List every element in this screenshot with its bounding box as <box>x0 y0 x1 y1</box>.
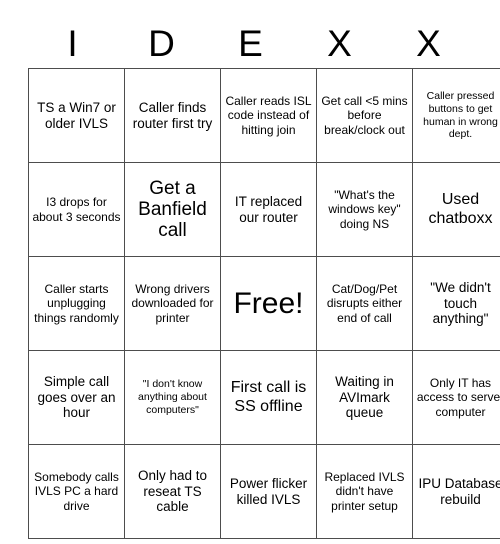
bingo-square-text: Power flicker killed IVLS <box>229 475 308 507</box>
bingo-square-free[interactable]: Free! <box>220 256 317 351</box>
bingo-square-text: Wrong drivers downloaded for printer <box>131 282 214 325</box>
header-letter-1: D <box>148 22 175 64</box>
bingo-header: I D E X X <box>28 18 473 68</box>
bingo-square[interactable]: Used chatboxx <box>412 162 500 257</box>
bingo-square[interactable]: "What's the windows key" doing NS <box>316 162 413 257</box>
bingo-row: I3 drops for about 3 seconds Get a Banfi… <box>28 162 500 257</box>
bingo-row: Simple call goes over an hour "I don't k… <box>28 350 500 445</box>
bingo-square[interactable]: "I don't know anything about computers" <box>124 350 221 445</box>
bingo-square-text: "I don't know anything about computers" <box>138 378 207 416</box>
header-letter-2: E <box>238 22 263 64</box>
bingo-square[interactable]: I3 drops for about 3 seconds <box>28 162 125 257</box>
bingo-square[interactable]: "We didn't touch anything" <box>412 256 500 351</box>
bingo-square[interactable]: TS a Win7 or older IVLS <box>28 68 125 163</box>
bingo-square[interactable]: Caller starts unplugging things randomly <box>28 256 125 351</box>
bingo-square-text: Caller pressed buttons to get human in w… <box>423 89 498 141</box>
bingo-square[interactable]: Power flicker killed IVLS <box>220 444 317 539</box>
bingo-square-text: Caller finds router first try <box>132 99 213 131</box>
bingo-square-free-text: Free! <box>233 286 304 320</box>
bingo-square-text: TS a Win7 or older IVLS <box>37 99 116 131</box>
bingo-square-text: IT replaced our router <box>234 193 303 225</box>
bingo-square[interactable]: Only IT has access to server computer <box>412 350 500 445</box>
bingo-square-text: First call is SS offline <box>230 379 307 415</box>
bingo-square[interactable]: Cat/Dog/Pet disrupts either end of call <box>316 256 413 351</box>
bingo-square[interactable]: IT replaced our router <box>220 162 317 257</box>
bingo-square[interactable]: Only had to reseat TS cable <box>124 444 221 539</box>
bingo-square[interactable]: Waiting in AVImark queue <box>316 350 413 445</box>
bingo-square-text: Only IT has access to server computer <box>416 376 500 419</box>
bingo-square-text: "What's the windows key" doing NS <box>328 188 401 231</box>
bingo-square-text: Caller starts unplugging things randomly <box>34 282 119 325</box>
bingo-square[interactable]: Wrong drivers downloaded for printer <box>124 256 221 351</box>
bingo-square-text: Only had to reseat TS cable <box>137 468 208 515</box>
bingo-square-text: Get a Banfield call <box>138 177 207 242</box>
bingo-square-text: Used chatboxx <box>428 191 493 227</box>
bingo-square[interactable]: First call is SS offline <box>220 350 317 445</box>
bingo-row: Somebody calls IVLS PC a hard drive Only… <box>28 444 500 539</box>
bingo-square-text: I3 drops for about 3 seconds <box>32 195 121 224</box>
bingo-square-text: Replaced IVLS didn't have printer setup <box>324 470 405 513</box>
bingo-card: I D E X X TS a Win7 or older IVLS Caller… <box>28 18 500 539</box>
bingo-grid: TS a Win7 or older IVLS Caller finds rou… <box>28 68 500 539</box>
bingo-square[interactable]: Get call <5 mins before break/clock out <box>316 68 413 163</box>
bingo-row: Caller starts unplugging things randomly… <box>28 256 500 351</box>
bingo-square[interactable]: Caller pressed buttons to get human in w… <box>412 68 500 163</box>
bingo-square[interactable]: Somebody calls IVLS PC a hard drive <box>28 444 125 539</box>
header-letter-4: X <box>416 22 441 64</box>
bingo-square-text: "We didn't touch anything" <box>430 280 491 327</box>
bingo-square[interactable]: IPU Database rebuild <box>412 444 500 539</box>
bingo-square-text: Get call <5 mins before break/clock out <box>321 94 408 137</box>
bingo-square-text: Somebody calls IVLS PC a hard drive <box>34 470 119 513</box>
bingo-square[interactable]: Simple call goes over an hour <box>28 350 125 445</box>
bingo-square[interactable]: Caller finds router first try <box>124 68 221 163</box>
bingo-square-text: IPU Database rebuild <box>418 475 500 507</box>
header-letter-3: X <box>327 22 352 64</box>
bingo-square-text: Waiting in AVImark queue <box>335 374 394 421</box>
bingo-square-text: Caller reads ISL code instead of hitting… <box>225 94 312 137</box>
bingo-square-text: Cat/Dog/Pet disrupts either end of call <box>326 282 403 325</box>
bingo-square-text: Simple call goes over an hour <box>37 374 116 421</box>
bingo-square[interactable]: Caller reads ISL code instead of hitting… <box>220 68 317 163</box>
bingo-square[interactable]: Replaced IVLS didn't have printer setup <box>316 444 413 539</box>
header-letter-0: I <box>67 22 78 64</box>
bingo-row: TS a Win7 or older IVLS Caller finds rou… <box>28 68 500 163</box>
bingo-square[interactable]: Get a Banfield call <box>124 162 221 257</box>
